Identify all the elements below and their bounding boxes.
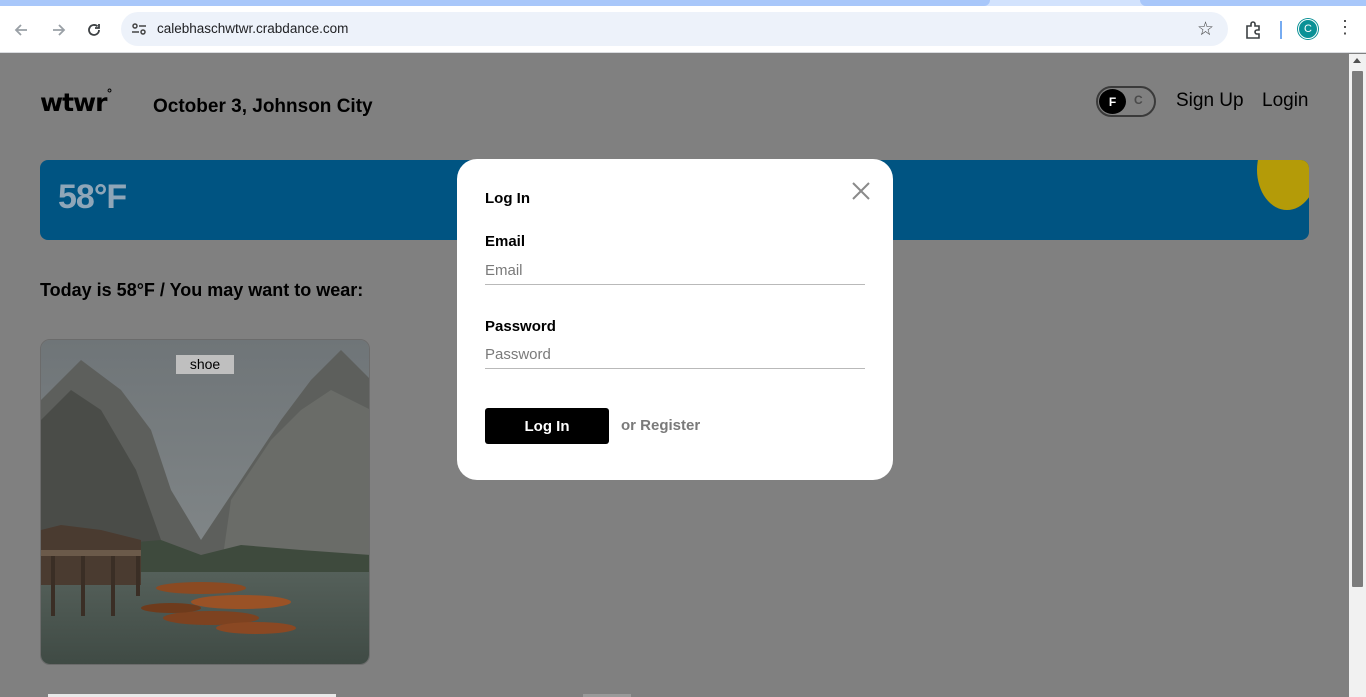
logo[interactable]: wtwr° bbox=[40, 86, 112, 117]
extensions-icon[interactable] bbox=[1243, 20, 1263, 40]
signup-button[interactable]: Sign Up bbox=[1176, 90, 1244, 112]
page-scrollbar[interactable] bbox=[1349, 54, 1366, 697]
login-submit-button[interactable]: Log In bbox=[485, 408, 609, 444]
logo-degree-mark: ° bbox=[106, 86, 112, 101]
logo-text: wtwr bbox=[40, 88, 107, 117]
item-label: shoe bbox=[176, 355, 234, 374]
scroll-thumb[interactable] bbox=[1352, 71, 1363, 587]
item-image bbox=[41, 340, 369, 664]
password-label: Password bbox=[485, 318, 556, 335]
sun-icon bbox=[1257, 160, 1309, 210]
item-card[interactable]: shoe bbox=[40, 339, 370, 665]
login-modal: Log In Email Password Log In or Register bbox=[457, 159, 893, 480]
back-icon[interactable] bbox=[8, 16, 36, 44]
temperature-unit-toggle[interactable]: F C bbox=[1096, 86, 1156, 117]
url-text[interactable]: calebhaschwtwr.crabdance.com bbox=[157, 21, 348, 36]
forward-icon[interactable] bbox=[44, 16, 72, 44]
password-field[interactable] bbox=[485, 341, 865, 369]
date-location: October 3, Johnson City bbox=[153, 96, 373, 117]
browser-toolbar: calebhaschwtwr.crabdance.com ☆ C ⋮ bbox=[0, 6, 1366, 53]
address-bar[interactable]: calebhaschwtwr.crabdance.com ☆ bbox=[121, 12, 1228, 46]
bookmark-star-icon[interactable]: ☆ bbox=[1197, 18, 1214, 41]
weather-temperature: 58°F bbox=[58, 178, 127, 216]
site-info-icon[interactable] bbox=[129, 19, 149, 39]
close-icon[interactable] bbox=[849, 179, 873, 203]
reload-icon[interactable] bbox=[80, 16, 108, 44]
profile-avatar[interactable]: C bbox=[1298, 19, 1318, 39]
email-field[interactable] bbox=[485, 257, 865, 285]
toggle-knob-f: F bbox=[1099, 89, 1126, 114]
login-button[interactable]: Login bbox=[1262, 90, 1309, 112]
email-label: Email bbox=[485, 233, 526, 250]
modal-title: Log In bbox=[485, 190, 530, 207]
menu-icon[interactable]: ⋮ bbox=[1336, 18, 1354, 36]
toggle-label-c: C bbox=[1134, 93, 1143, 107]
today-recommendation-text: Today is 58°F / You may want to wear: bbox=[40, 280, 364, 300]
scroll-up-arrow-icon[interactable] bbox=[1353, 58, 1361, 63]
toolbar-divider bbox=[1280, 21, 1282, 39]
register-link[interactable]: or Register bbox=[621, 417, 700, 434]
